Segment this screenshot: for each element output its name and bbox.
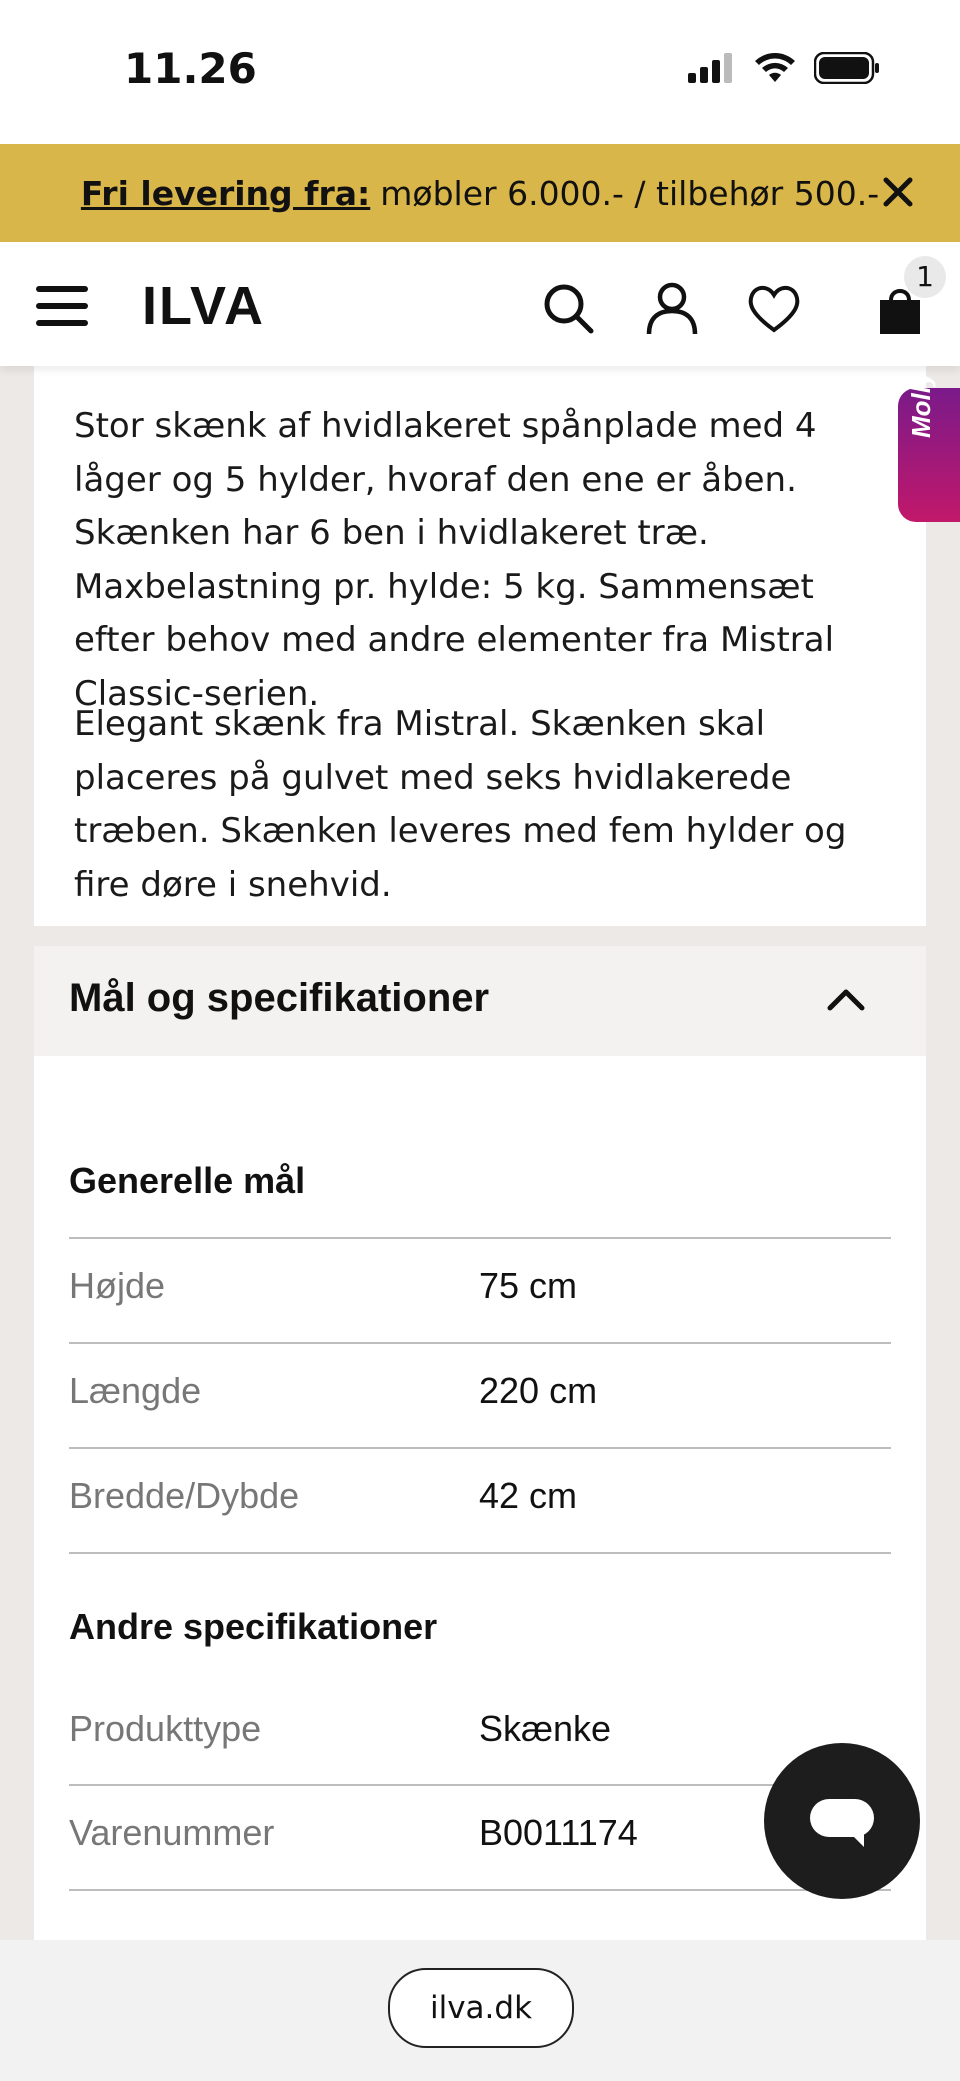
spec-value: 75 cm <box>479 1265 578 1306</box>
close-icon[interactable] <box>878 172 918 212</box>
menu-icon[interactable] <box>36 286 88 326</box>
battery-icon <box>814 52 879 84</box>
heart-icon[interactable] <box>746 280 802 336</box>
svg-text:ILVA: ILVA <box>142 282 265 330</box>
site-header: ILVA <box>0 242 960 366</box>
product-description: Stor skænk af hvidlakeret spånplade med … <box>34 366 926 926</box>
spec-label: Produkttype <box>69 1708 262 1749</box>
banner-link[interactable]: Fri levering fra: <box>81 174 370 213</box>
wifi-icon <box>755 53 795 82</box>
molly-label: Molly <box>906 371 936 438</box>
description-paragraph-2: Elegant skænk fra Mistral. Skænken skal … <box>74 704 847 905</box>
spec-label: Højde <box>69 1265 166 1306</box>
specifications-title: Mål og specifikationer <box>69 976 490 1020</box>
divider <box>69 1552 891 1554</box>
browser-url-bar: ilva.dk <box>0 1940 960 2081</box>
specifications-header[interactable]: Mål og specifikationer <box>34 946 926 1056</box>
spec-value: 42 cm <box>479 1475 578 1516</box>
ilva-logo[interactable]: ILVA <box>142 282 292 330</box>
status-time: 11.26 <box>124 44 257 93</box>
spec-value: B0011174 <box>479 1812 638 1853</box>
other-specifications-title: Andre specifikationer <box>69 1606 438 1647</box>
account-icon[interactable] <box>644 280 700 336</box>
spec-label: Længde <box>69 1370 202 1411</box>
spec-value: 220 cm <box>479 1370 598 1411</box>
chat-icon <box>810 1799 874 1847</box>
spec-label: Varenummer <box>69 1812 275 1853</box>
delivery-banner: Fri levering fra: møbler 6.000.- / tilbe… <box>0 144 960 242</box>
spec-row: Bredde/Dybde 42 cm <box>69 1449 891 1553</box>
status-bar: 11.26 <box>0 0 960 144</box>
spec-value: Skænke <box>479 1708 612 1749</box>
spec-row: Længde 220 cm <box>69 1344 891 1448</box>
spec-row: Højde 75 cm <box>69 1239 891 1343</box>
molly-widget[interactable]: Molly <box>898 372 960 522</box>
url-pill[interactable]: ilva.dk <box>388 1968 574 2048</box>
status-icons <box>688 52 880 84</box>
spec-label: Bredde/Dybde <box>69 1475 300 1516</box>
general-dimensions-title: Generelle mål <box>69 1160 306 1201</box>
specifications-section: Mål og specifikationer Generelle mål Høj… <box>34 946 926 2081</box>
banner-text: møbler 6.000.- / tilbehør 500.- <box>380 173 880 213</box>
description-paragraph-1: Stor skænk af hvidlakeret spånplade med … <box>74 406 835 714</box>
signal-icon <box>688 53 732 83</box>
chat-button[interactable] <box>764 1743 920 1899</box>
search-icon[interactable] <box>540 280 596 336</box>
chevron-up-icon[interactable] <box>826 984 866 1014</box>
cart-count-badge: 1 <box>904 256 946 298</box>
